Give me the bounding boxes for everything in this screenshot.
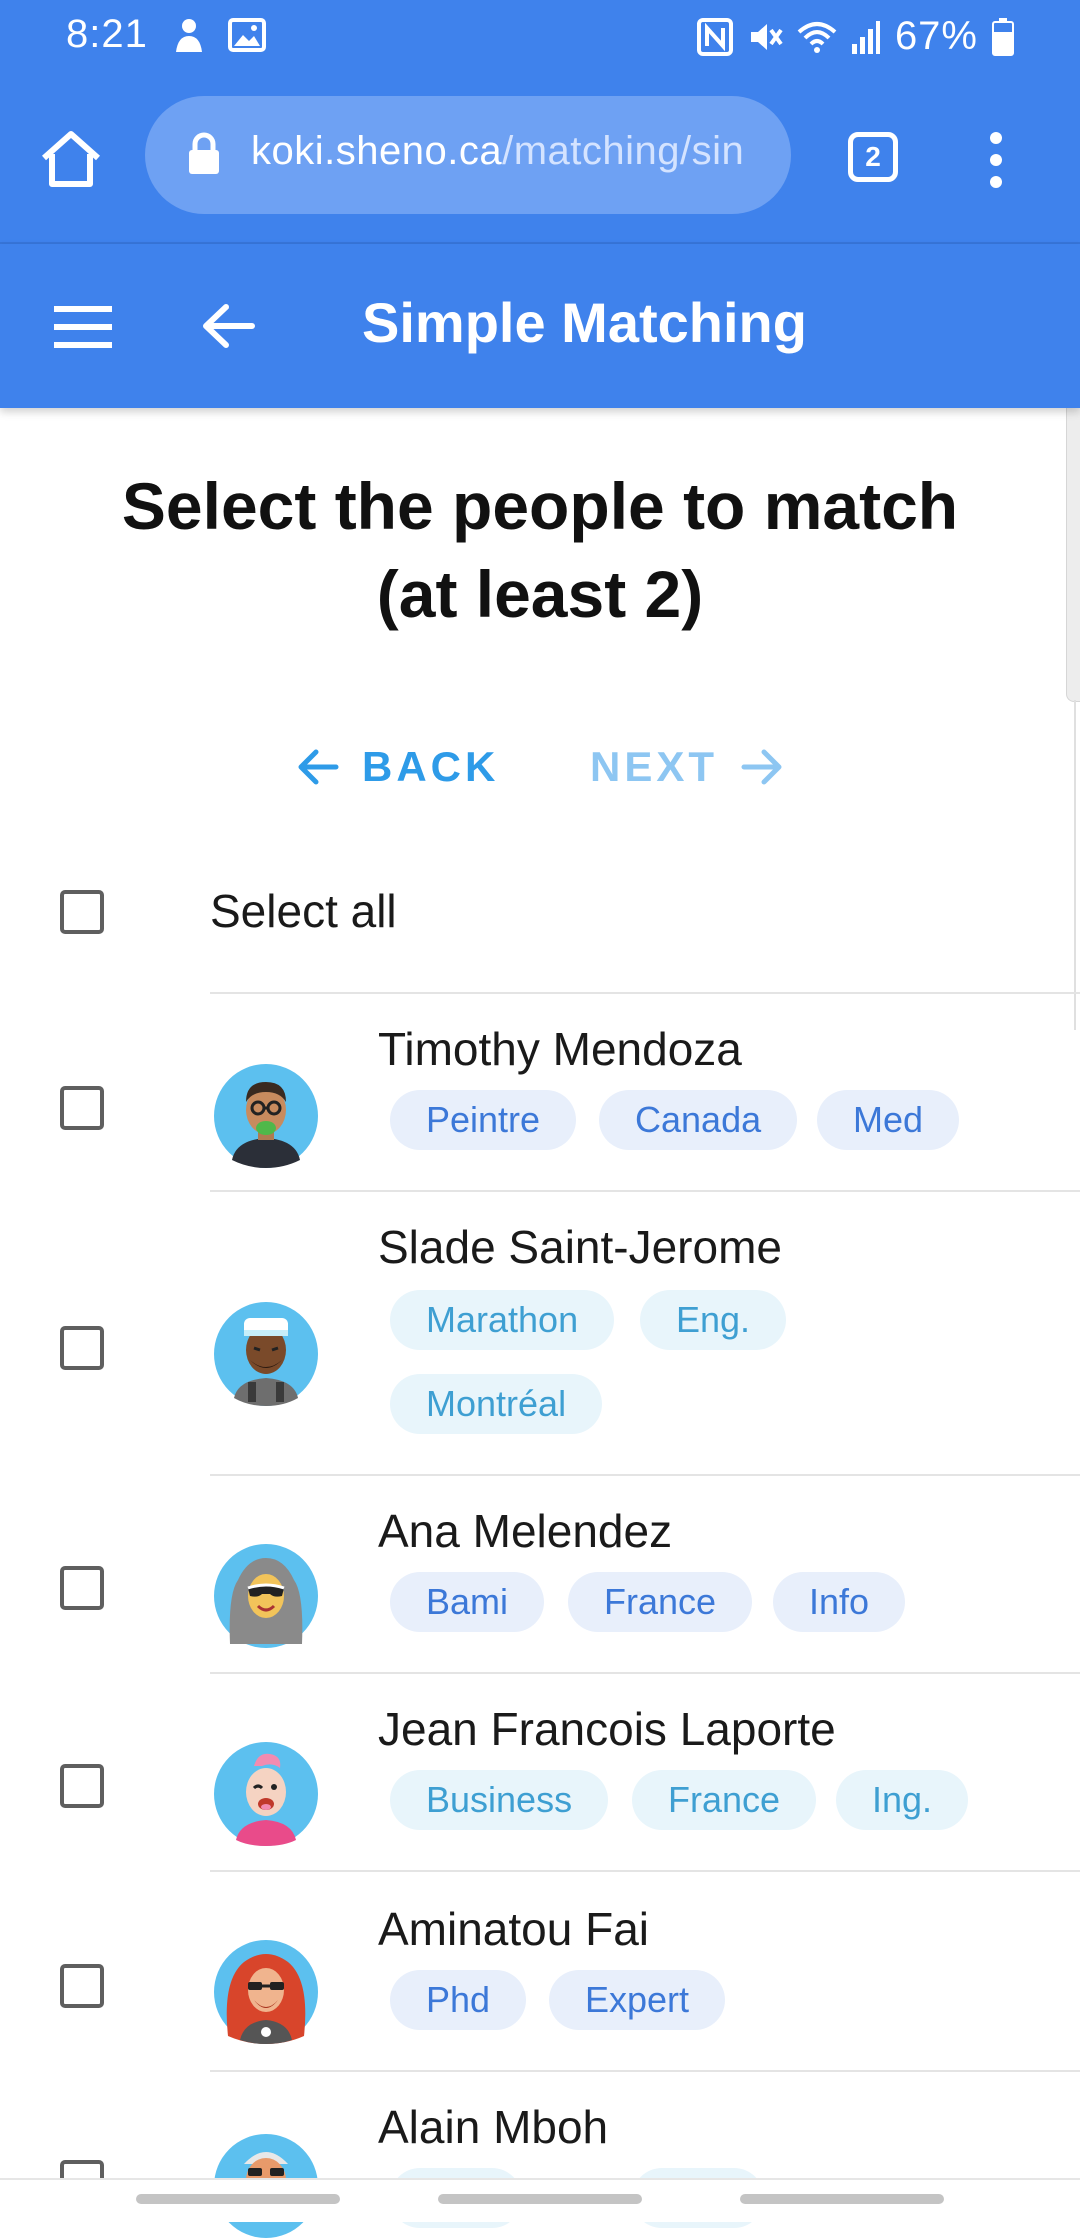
divider xyxy=(210,992,1080,994)
person-checkbox[interactable] xyxy=(60,1326,104,1370)
gesture-handle[interactable] xyxy=(438,2194,642,2204)
browser-toolbar: koki.sheno.ca/matching/sin 2 xyxy=(0,74,1080,244)
tag-chip: Peintre xyxy=(390,1090,577,1150)
avatar xyxy=(214,1940,318,2044)
tag-chip: France xyxy=(568,1572,753,1632)
select-all-label: Select all xyxy=(210,885,397,937)
tag-chip: Med xyxy=(817,1090,960,1150)
tag-chip: Marathon xyxy=(390,1290,615,1350)
scrollbar-track xyxy=(1074,700,1076,1030)
avatar xyxy=(214,1742,318,1846)
divider xyxy=(210,1870,1080,1872)
person-name: Ana Melendez xyxy=(378,1505,673,1557)
avatar xyxy=(214,1064,318,1168)
page-title: Simple Matching xyxy=(362,291,807,354)
tag-chip: France xyxy=(632,1770,817,1830)
divider xyxy=(210,1190,1080,1192)
divider xyxy=(210,2070,1080,2072)
more-options-icon[interactable] xyxy=(976,130,1016,190)
heading: Select the people to match (at least 2) xyxy=(60,462,1020,638)
next-button-label: NEXT xyxy=(590,743,719,790)
back-arrow-icon[interactable] xyxy=(198,296,258,356)
divider xyxy=(210,1474,1080,1476)
status-bar: 8:21 67% xyxy=(0,0,1080,74)
battery-percent: 67% xyxy=(894,14,978,58)
person-name: Timothy Mendoza xyxy=(378,1023,742,1075)
divider xyxy=(210,1672,1080,1674)
tag-chip: Ing. xyxy=(836,1770,969,1830)
person-name: Aminatou Fai xyxy=(378,1903,650,1955)
lock-icon xyxy=(189,132,219,174)
nfc-icon xyxy=(696,17,733,56)
address-bar[interactable]: koki.sheno.ca/matching/sin xyxy=(145,96,791,214)
tab-switcher-button[interactable]: 2 xyxy=(848,132,898,182)
arrow-right-icon xyxy=(741,749,782,785)
battery-icon xyxy=(992,17,1014,56)
person-name: Slade Saint-Jerome xyxy=(378,1221,782,1273)
gesture-handle[interactable] xyxy=(136,2194,340,2204)
person-checkbox[interactable] xyxy=(60,1086,104,1130)
arrow-left-icon xyxy=(298,749,339,785)
person-checkbox[interactable] xyxy=(60,1764,104,1808)
gesture-handle[interactable] xyxy=(740,2194,944,2204)
tag-chip: Phd xyxy=(390,1970,527,2030)
gallery-icon xyxy=(228,18,266,52)
signal-icon xyxy=(851,20,880,54)
person-checkbox[interactable] xyxy=(60,1566,104,1610)
next-button[interactable]: NEXT xyxy=(590,732,784,802)
tag-chip: Eng. xyxy=(640,1290,787,1350)
back-button-label: BACK xyxy=(362,743,500,790)
url-text: koki.sheno.ca/matching/sin xyxy=(251,129,745,173)
person-checkbox[interactable] xyxy=(60,1964,104,2008)
tag-chip: Bami xyxy=(390,1572,545,1632)
select-all-checkbox[interactable] xyxy=(60,890,104,934)
tag-chip: Canada xyxy=(599,1090,798,1150)
tag-chip: Info xyxy=(773,1572,906,1632)
status-time: 8:21 xyxy=(66,12,148,56)
tag-chip: Expert xyxy=(549,1970,726,2030)
avatar xyxy=(214,1544,318,1648)
avatar xyxy=(214,1302,318,1406)
wifi-icon xyxy=(797,21,837,53)
heading-line-1: Select the people to match xyxy=(121,469,959,543)
heading-line-2: (at least 2) xyxy=(376,557,704,631)
mute-icon xyxy=(750,23,783,50)
person-name: Alain Mboh xyxy=(378,2101,609,2153)
notification-icon xyxy=(176,19,202,52)
back-button[interactable]: BACK xyxy=(296,732,499,802)
hamburger-menu-icon[interactable] xyxy=(52,302,114,352)
tag-chip: Business xyxy=(390,1770,609,1830)
person-name: Jean Francois Laporte xyxy=(378,1703,836,1755)
home-icon[interactable] xyxy=(38,126,104,192)
tag-chip: Montréal xyxy=(390,1374,603,1434)
app-toolbar: Simple Matching xyxy=(0,244,1080,408)
